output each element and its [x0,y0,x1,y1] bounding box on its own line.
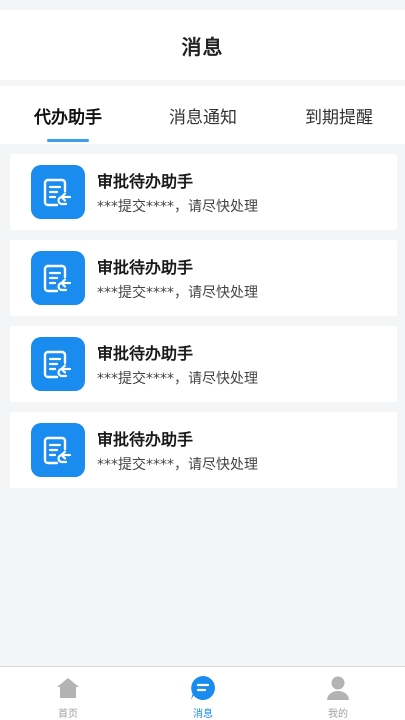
tab-label: 代办助手 [34,107,102,128]
status-strip [0,0,405,10]
message-card[interactable]: 审批待办助手 ***提交****，请尽快处理 [10,326,397,402]
page-title: 消息 [181,34,224,59]
message-list: 审批待办助手 ***提交****，请尽快处理 审批待办助手 ***提交****，… [10,154,397,498]
header: 消息 [0,10,405,80]
document-return-icon [31,423,85,477]
message-title: 审批待办助手 [97,172,194,191]
message-card[interactable]: 审批待办助手 ***提交****，请尽快处理 [10,412,397,488]
message-title: 审批待办助手 [97,430,194,449]
document-return-icon [31,337,85,391]
message-desc: ***提交****，请尽快处理 [97,285,258,301]
active-tab-indicator [47,139,89,142]
message-card[interactable]: 审批待办助手 ***提交****，请尽快处理 [10,154,397,230]
bottom-tab-bar: 首页 消息 我的 [0,666,405,720]
home-icon [55,675,81,701]
tab-expiry-reminders[interactable]: 到期提醒 [288,86,390,144]
document-return-icon [31,251,85,305]
tabbar-label: 首页 [58,709,78,720]
tabbar-item-profile[interactable]: 我的 [298,667,378,720]
message-desc: ***提交****，请尽快处理 [97,199,258,215]
message-title: 审批待办助手 [97,344,194,363]
message-title: 审批待办助手 [97,258,194,277]
tabbar-label: 我的 [328,709,348,720]
message-icon [190,675,216,701]
message-desc: ***提交****，请尽快处理 [97,457,258,473]
message-card[interactable]: 审批待办助手 ***提交****，请尽快处理 [10,240,397,316]
tab-label: 到期提醒 [305,107,373,128]
tabbar-label: 消息 [193,709,213,720]
tab-bar: 代办助手 消息通知 到期提醒 [0,86,405,144]
message-desc: ***提交****，请尽快处理 [97,371,258,387]
document-return-icon [31,165,85,219]
tab-notifications[interactable]: 消息通知 [152,86,254,144]
tabbar-item-messages[interactable]: 消息 [163,667,243,720]
tab-agent-assistant[interactable]: 代办助手 [18,86,118,144]
user-icon [325,675,351,701]
tabbar-item-home[interactable]: 首页 [28,667,108,720]
app-screen: 消息 代办助手 消息通知 到期提醒 审批待办助手 ***提交****，请尽快处理… [0,0,405,720]
tab-label: 消息通知 [169,107,237,128]
